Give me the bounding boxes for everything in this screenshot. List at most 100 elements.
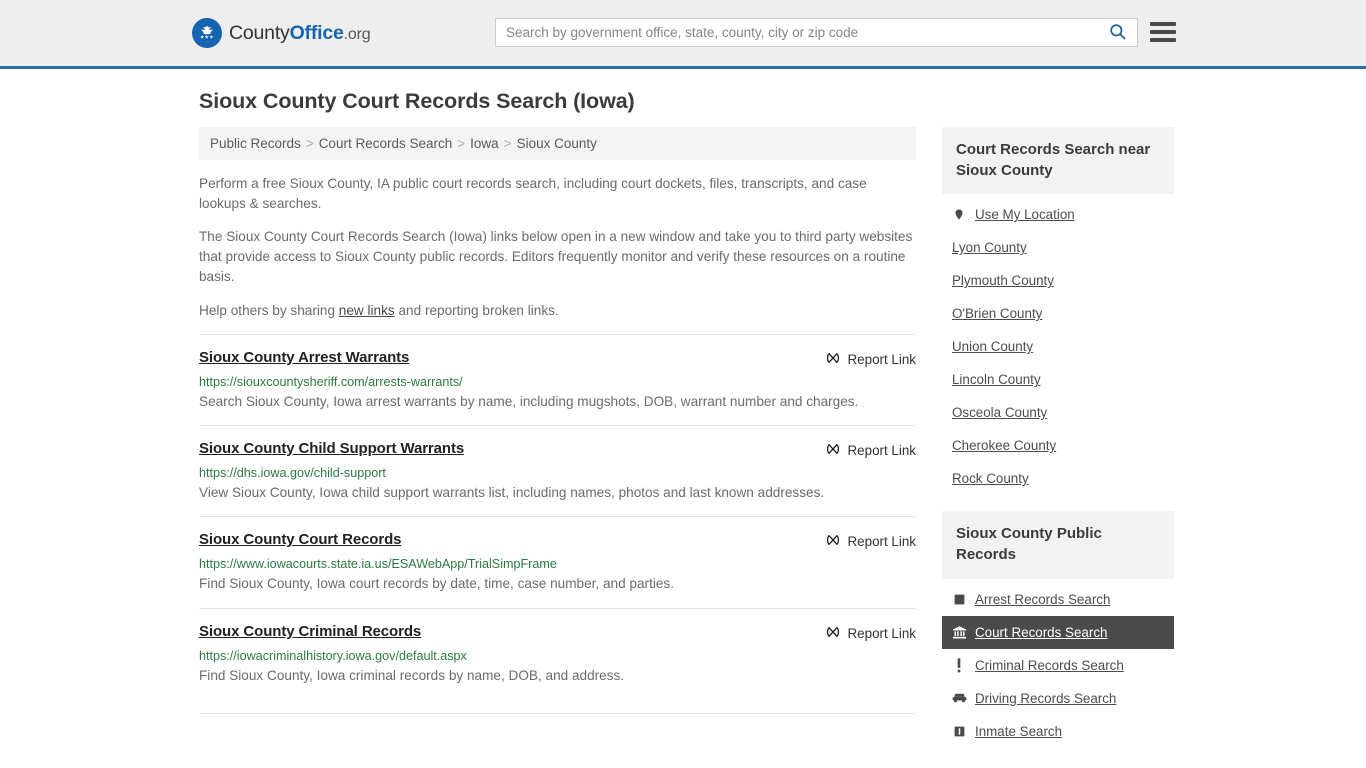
hamburger-menu-icon[interactable] bbox=[1150, 20, 1176, 44]
intro-text: Perform a free Sioux County, IA public c… bbox=[199, 174, 916, 321]
broken-link-icon bbox=[825, 624, 841, 643]
search-button[interactable] bbox=[1097, 19, 1137, 46]
sidebar-item-label: Criminal Records Search bbox=[974, 657, 1124, 673]
sidebar-item-label: Use My Location bbox=[974, 207, 1075, 223]
logo-text-office: Office bbox=[289, 21, 344, 44]
report-link-label: Report Link bbox=[847, 625, 916, 641]
eagle-seal-icon bbox=[192, 18, 222, 48]
sidebar-item-driving-records-search[interactable]: Driving Records Search bbox=[942, 682, 1174, 715]
page-container: Sioux County Court Records Search (Iowa)… bbox=[0, 89, 1366, 754]
main-content: Public Records > Court Records Search > Iowa… bbox=[199, 127, 916, 715]
sidebar-item-label: Osceola County bbox=[951, 405, 1048, 421]
search-icon bbox=[1108, 22, 1127, 44]
listing-description: Find Sioux County, Iowa criminal records… bbox=[199, 667, 625, 683]
breadcrumb-separator: > bbox=[457, 136, 466, 151]
report-link-label: Report Link bbox=[847, 351, 916, 367]
sidebar-item-lincoln-county[interactable]: Lincoln County bbox=[942, 363, 1174, 396]
listing-item: Sioux County Arrest Warrants Report Link… bbox=[199, 333, 916, 425]
report-link-label: Report Link bbox=[847, 534, 916, 550]
listing-title-link[interactable]: Sioux County Court Records bbox=[199, 531, 402, 548]
sidebar-item-label: Lincoln County bbox=[951, 372, 1041, 388]
listing-item: Sioux County Criminal Records Report Lin… bbox=[199, 607, 916, 699]
report-link-button[interactable]: Report Link bbox=[825, 350, 916, 369]
listing-description: Search Sioux County, Iowa arrest warrant… bbox=[199, 393, 859, 409]
sidebar-item-label: Cherokee County bbox=[951, 438, 1057, 454]
sidebar-item-union-county[interactable]: Union County bbox=[942, 330, 1174, 363]
intro-paragraph-1: Perform a free Sioux County, IA public c… bbox=[199, 176, 867, 212]
site-logo-text: CountyOffice.org bbox=[229, 21, 371, 45]
inmate-icon bbox=[952, 724, 967, 739]
sidebar-item-inmate-search[interactable]: Inmate Search bbox=[942, 715, 1174, 748]
breadcrumb-item-sioux-county[interactable]: Sioux County bbox=[517, 136, 597, 151]
sidebar-item-plymouth-county[interactable]: Plymouth County bbox=[942, 264, 1174, 297]
sidebar-near-box: Court Records Search near Sioux County U… bbox=[941, 127, 1174, 495]
site-header: CountyOffice.org bbox=[0, 0, 1366, 69]
sidebar-item-obrien-county[interactable]: O'Brien County bbox=[942, 297, 1174, 330]
listing-title-link[interactable]: Sioux County Arrest Warrants bbox=[199, 349, 409, 366]
listing-item: Sioux County Child Support Warrants Repo… bbox=[199, 425, 916, 516]
square-icon bbox=[952, 592, 967, 607]
search-bar[interactable] bbox=[495, 18, 1138, 47]
breadcrumb-item-public-records[interactable]: Public Records bbox=[210, 136, 301, 151]
listings-bottom-divider bbox=[199, 713, 916, 715]
sidebar-item-rock-county[interactable]: Rock County bbox=[942, 462, 1174, 495]
breadcrumb-separator: > bbox=[503, 136, 512, 151]
listing-url[interactable]: https://siouxcountysheriff.com/arrests-w… bbox=[199, 375, 916, 389]
report-link-button[interactable]: Report Link bbox=[825, 441, 916, 460]
sidebar-item-label: Driving Records Search bbox=[974, 690, 1117, 706]
sidebar: Court Records Search near Sioux County U… bbox=[941, 127, 1174, 754]
map-pin-icon bbox=[952, 207, 967, 222]
sidebar-item-label: Arrest Records Search bbox=[974, 591, 1111, 607]
listing-description: Find Sioux County, Iowa court records by… bbox=[199, 576, 675, 592]
site-logo[interactable]: CountyOffice.org bbox=[192, 18, 371, 48]
breadcrumb: Public Records > Court Records Search > Iowa… bbox=[199, 127, 916, 160]
sidebar-near-heading: Court Records Search near Sioux County bbox=[941, 127, 1174, 195]
sidebar-item-label: O'Brien County bbox=[951, 306, 1043, 322]
sidebar-item-osceola-county[interactable]: Osceola County bbox=[942, 396, 1174, 429]
broken-link-icon bbox=[825, 350, 841, 369]
listing-url[interactable]: https://www.iowacourts.state.ia.us/ESAWe… bbox=[199, 557, 916, 571]
sidebar-item-label: Inmate Search bbox=[974, 723, 1063, 739]
intro-p3-before: Help others by sharing bbox=[199, 302, 339, 318]
intro-paragraph-2: The Sioux County Court Records Search (I… bbox=[199, 229, 913, 285]
report-link-button[interactable]: Report Link bbox=[825, 624, 916, 643]
listing-title-link[interactable]: Sioux County Criminal Records bbox=[199, 623, 421, 640]
menu-bar-2 bbox=[1150, 30, 1176, 34]
logo-text-county: County bbox=[229, 21, 290, 44]
sidebar-item-label: Union County bbox=[951, 339, 1034, 355]
sidebar-item-lyon-county[interactable]: Lyon County bbox=[942, 231, 1174, 264]
broken-link-icon bbox=[825, 441, 841, 460]
search-input[interactable] bbox=[496, 19, 1097, 46]
breadcrumb-item-court-records-search[interactable]: Court Records Search bbox=[319, 136, 453, 151]
courthouse-icon bbox=[952, 625, 967, 640]
intro-p3-after: and reporting broken links. bbox=[394, 302, 559, 318]
listing-url[interactable]: https://iowacriminalhistory.iowa.gov/def… bbox=[199, 649, 916, 663]
page-title: Sioux County Court Records Search (Iowa) bbox=[199, 89, 635, 113]
sidebar-item-criminal-records-search[interactable]: Criminal Records Search bbox=[942, 649, 1174, 682]
sidebar-item-arrest-records-search[interactable]: Arrest Records Search bbox=[942, 583, 1174, 616]
listing-url[interactable]: https://dhs.iowa.gov/child-support bbox=[199, 466, 916, 480]
listing-description: View Sioux County, Iowa child support wa… bbox=[199, 485, 825, 501]
listing-title-link[interactable]: Sioux County Child Support Warrants bbox=[199, 440, 464, 457]
sidebar-item-label: Court Records Search bbox=[974, 624, 1108, 640]
sidebar-item-cherokee-county[interactable]: Cherokee County bbox=[942, 429, 1174, 462]
report-link-label: Report Link bbox=[847, 443, 916, 459]
sidebar-item-label: Lyon County bbox=[951, 240, 1027, 256]
menu-bar-1 bbox=[1150, 22, 1176, 26]
new-links-link[interactable]: new links bbox=[339, 303, 395, 318]
exclamation-icon bbox=[952, 658, 967, 673]
broken-link-icon bbox=[825, 532, 841, 551]
sidebar-public-records-heading: Sioux County Public Records bbox=[941, 511, 1174, 579]
sidebar-item-label: Rock County bbox=[951, 471, 1029, 487]
sidebar-item-label: Plymouth County bbox=[951, 273, 1054, 289]
report-link-button[interactable]: Report Link bbox=[825, 532, 916, 551]
sidebar-item-use-my-location[interactable]: Use My Location bbox=[942, 198, 1174, 231]
breadcrumb-separator: > bbox=[305, 136, 314, 151]
breadcrumb-item-iowa[interactable]: Iowa bbox=[470, 136, 499, 151]
sidebar-public-records-box: Sioux County Public Records Arrest Recor… bbox=[941, 511, 1174, 748]
sidebar-item-court-records-search[interactable]: Court Records Search bbox=[941, 615, 1174, 649]
listing-item: Sioux County Court Records Report Link h… bbox=[199, 516, 916, 607]
logo-text-org: .org bbox=[343, 25, 371, 43]
intro-paragraph-3: Help others by sharing new links and rep… bbox=[199, 301, 916, 321]
menu-bar-3 bbox=[1150, 38, 1176, 42]
